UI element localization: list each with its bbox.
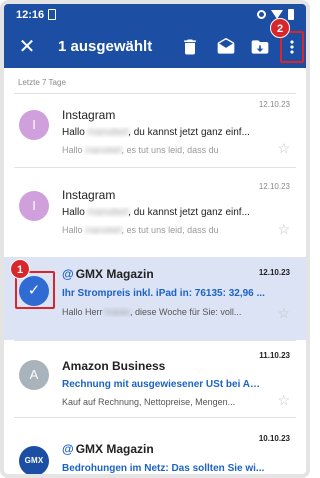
sender-avatar: A (19, 360, 49, 390)
mail-item[interactable]: I Instagram 12.10.23 Hallo manubeil, du … (4, 94, 306, 167)
mail-subject: Bedrohungen im Netz: Das sollten Sie wi.… (62, 463, 265, 474)
trash-icon (184, 39, 196, 55)
status-bar: 12:16 (4, 4, 306, 26)
move-to-folder-button[interactable] (250, 37, 270, 57)
mail-date: 12.10.23 (258, 100, 290, 109)
mail-subject: Hallo manubeil, du kannst jetzt ganz ein… (62, 207, 250, 218)
status-time: 12:16 (16, 9, 45, 21)
star-icon[interactable]: ☆ (277, 392, 290, 409)
mail-preview: Kauf auf Rechnung, Nettopreise, Mengen..… (62, 397, 236, 407)
star-icon[interactable]: ☆ (277, 305, 290, 322)
close-selection-button[interactable]: ✕ (16, 36, 38, 58)
step-badge-2: 2 (270, 18, 290, 38)
delete-button[interactable] (180, 37, 200, 57)
mail-date: 12.10.23 (258, 182, 290, 191)
mail-item[interactable]: I Instagram 12.10.23 Hallo manubeil, du … (4, 174, 306, 249)
selection-count-title: 1 ausgewählt (58, 38, 153, 55)
mail-sender: @ GMX Magazin (62, 442, 154, 456)
step-badge-1: 1 (10, 259, 30, 279)
close-icon: ✕ (18, 36, 36, 58)
sender-avatar: I (19, 110, 49, 140)
selection-toolbar: ✕ 1 ausgewählt (4, 26, 306, 68)
mark-read-button[interactable] (216, 37, 236, 57)
star-icon[interactable]: ☆ (277, 221, 290, 238)
mail-sender: Instagram (62, 108, 116, 122)
battery-icon (288, 9, 294, 20)
gmx-at-icon: @ (62, 442, 74, 456)
mail-preview: Hallo manubeil, es tut uns leid, dass du (62, 145, 219, 155)
mail-item[interactable]: A Amazon Business 11.10.23 Rechnung mit … (4, 341, 306, 417)
mail-date: 12.10.23 (258, 268, 290, 277)
mail-preview: Hallo Herr Kaiser, diese Woche für Sie: … (62, 307, 242, 317)
folder-move-icon (251, 40, 269, 54)
mail-sender: Instagram (62, 188, 116, 202)
notification-icon (48, 9, 56, 20)
mail-preview: Hallo manubeil, es tut uns leid, dass du (62, 225, 219, 235)
phone-frame: 12:16 ✕ 1 ausgewählt Letzte 7 Tage I Ins… (0, 0, 310, 478)
mail-subject: Ihr Strompreis inkl. iPad in: 76135: 32,… (62, 288, 265, 299)
gmx-logo: GMX (19, 446, 49, 474)
divider (14, 167, 296, 168)
gmx-at-icon: @ (62, 267, 74, 281)
section-header: Letzte 7 Tage (18, 78, 66, 87)
sender-avatar: I (19, 191, 49, 221)
mail-subject: Hallo manubeil, du kannst jetzt ganz ein… (62, 127, 250, 138)
mail-item[interactable]: GMX @ GMX Magazin 10.10.23 Bedrohungen im… (4, 418, 306, 474)
mail-sender: @ GMX Magazin (62, 267, 154, 281)
mail-date: 10.10.23 (258, 434, 290, 443)
do-not-disturb-icon (257, 10, 266, 19)
mail-date: 11.10.23 (259, 351, 290, 360)
mail-sender: Amazon Business (62, 359, 166, 373)
envelope-open-icon (217, 37, 235, 54)
star-icon[interactable]: ☆ (277, 140, 290, 157)
mail-subject: Rechnung mit ausgewiesener USt bei Am... (62, 379, 267, 390)
